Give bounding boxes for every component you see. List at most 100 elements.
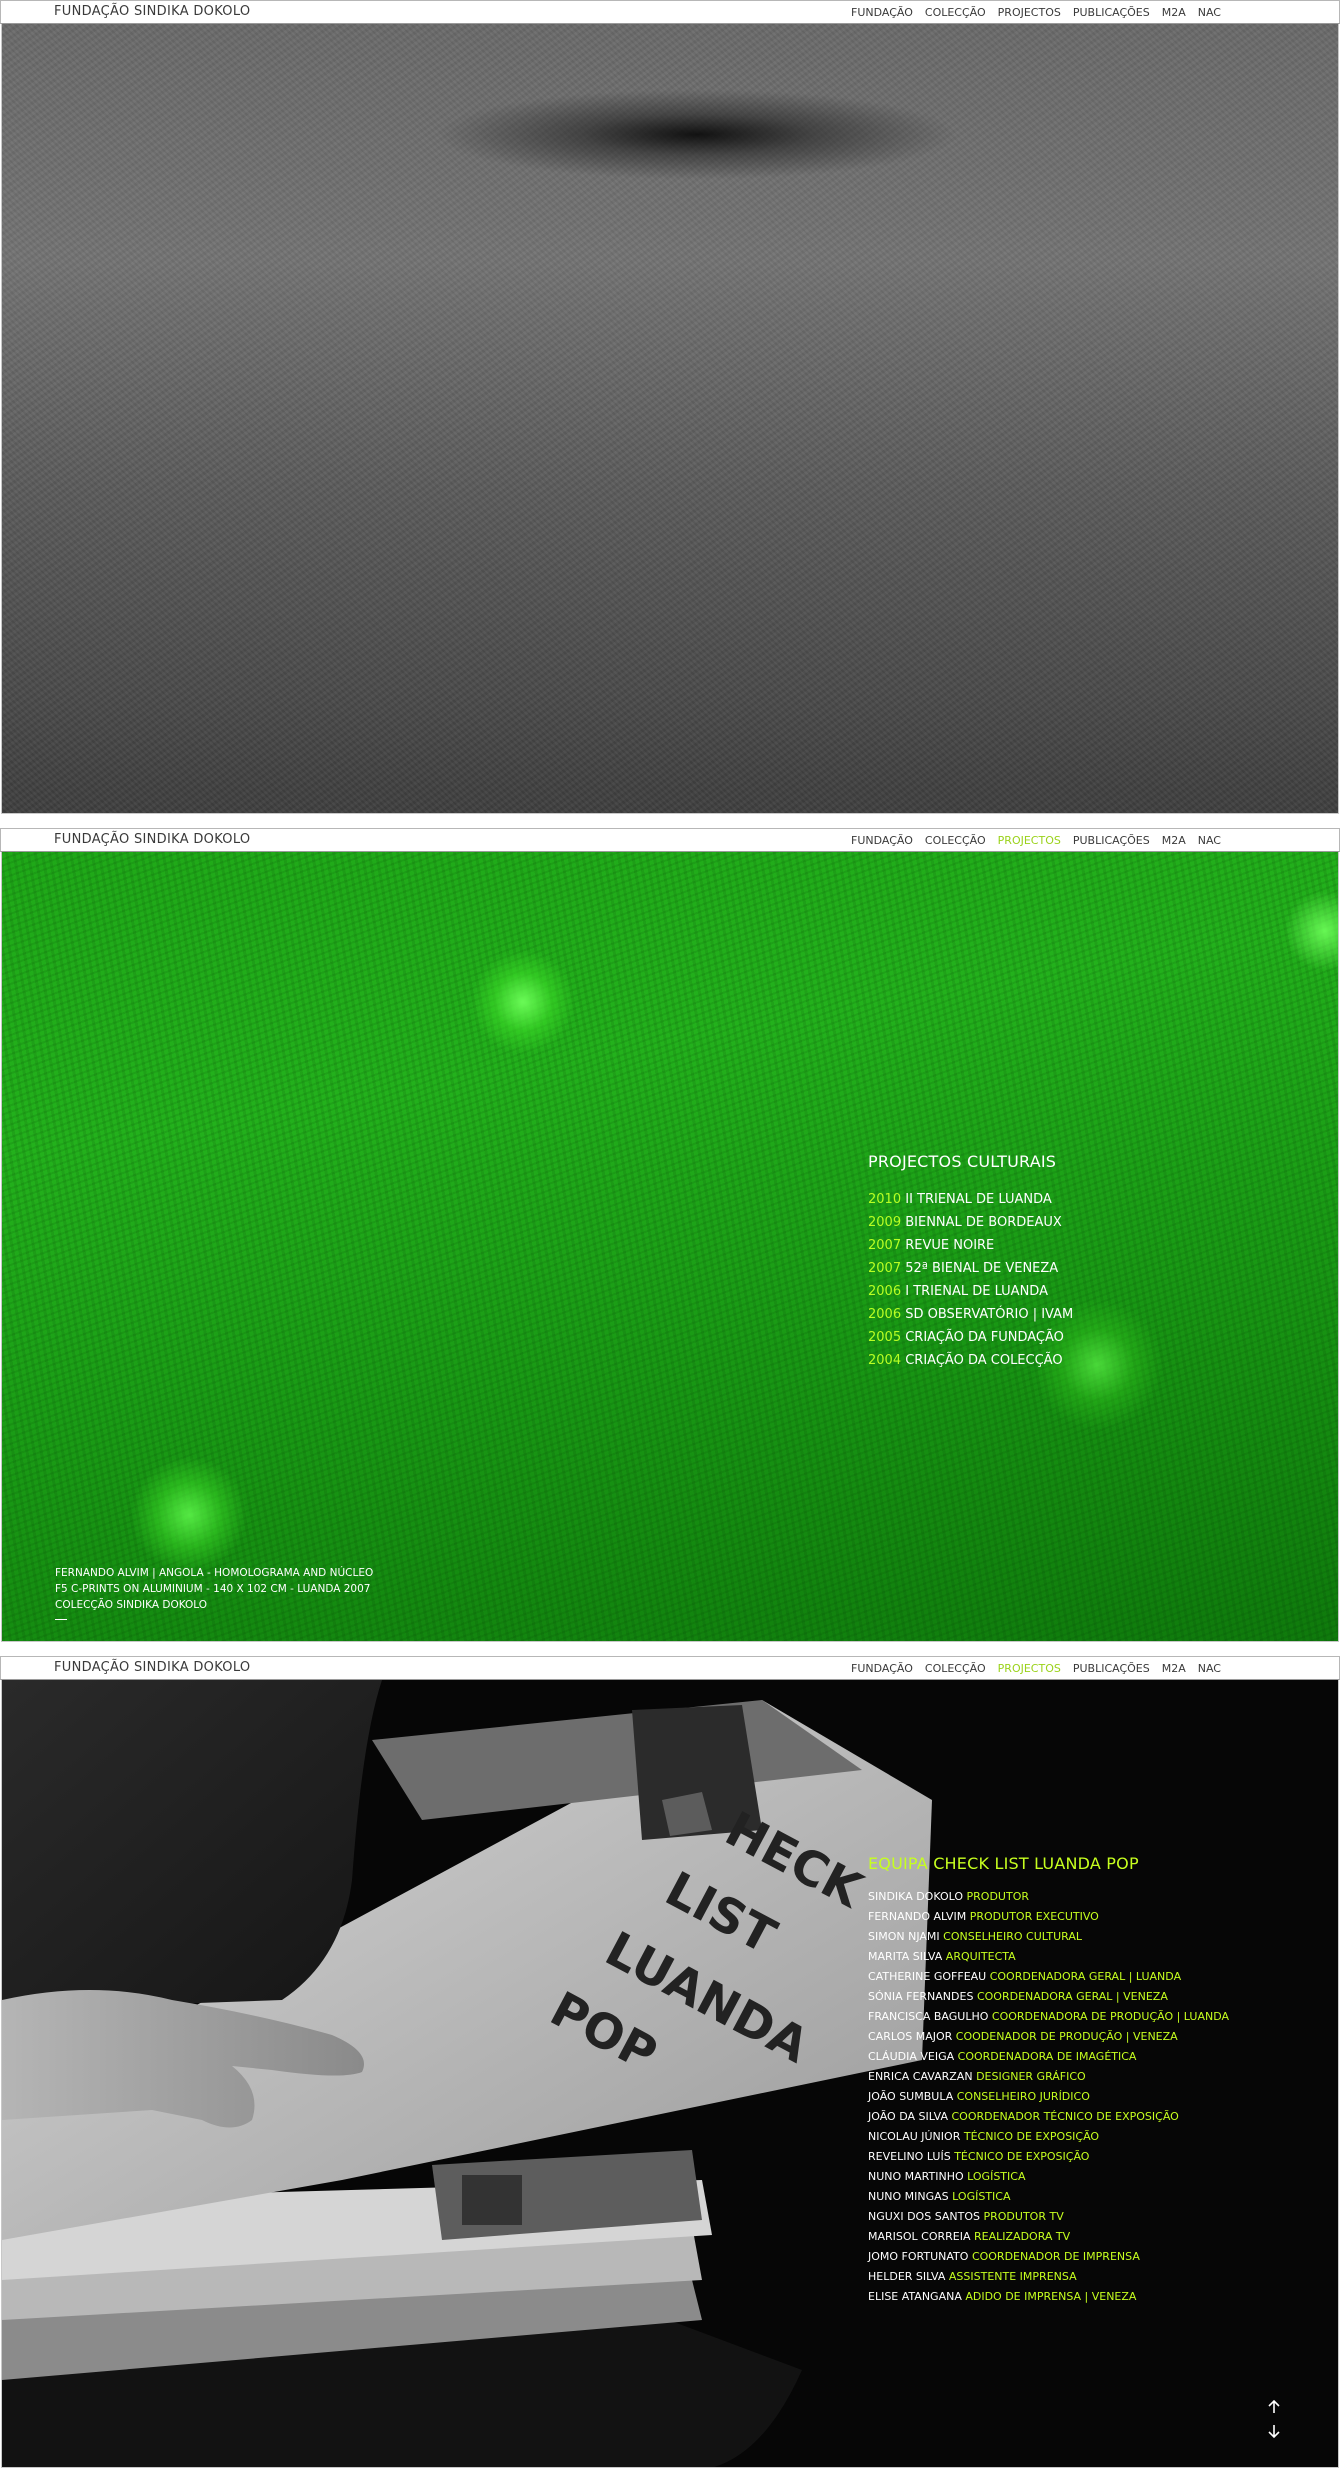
- project-year: 2004: [868, 1353, 902, 1368]
- nav-coleccao[interactable]: COLECÇÃO: [925, 834, 986, 847]
- member-role: CONSELHEIRO JURÍDICO: [956, 2090, 1090, 2103]
- project-year: 2007: [868, 1261, 902, 1276]
- arrow-down-icon[interactable]: [1266, 2423, 1282, 2439]
- projects-title: PROJECTOS CULTURAIS: [868, 1152, 1057, 1171]
- nav-m2a[interactable]: M2A: [1162, 834, 1186, 847]
- caption-line: F5 C-PRINTS ON ALUMINIUM - 140 X 102 CM …: [55, 1583, 371, 1595]
- nav-nac[interactable]: NAC: [1198, 834, 1221, 847]
- team-member: NUNO MINGAS LOGÍSTICA: [868, 2187, 1229, 2207]
- team-member: JOMO FORTUNATO COORDENADOR DE IMPRENSA: [868, 2247, 1229, 2267]
- nav-fundacao[interactable]: FUNDAÇÃO: [851, 6, 913, 19]
- member-name: JOMO FORTUNATO: [868, 2250, 969, 2263]
- project-item[interactable]: 2007 52ª BIENAL DE VENEZA: [868, 1257, 1073, 1280]
- member-name: JOÃO SUMBULA: [868, 2090, 954, 2103]
- team-member: JOÃO SUMBULA CONSELHEIRO JURÍDICO: [868, 2087, 1229, 2107]
- project-year: 2007: [868, 1238, 902, 1253]
- top-navbar: FUNDAÇÃO SINDIKA DOKOLO FUNDAÇÃO COLECÇÃ…: [0, 1656, 1340, 1680]
- project-item[interactable]: 2007 REVUE NOIRE: [868, 1234, 1073, 1257]
- nav-fundacao[interactable]: FUNDAÇÃO: [851, 834, 913, 847]
- member-role: PRODUTOR: [966, 1890, 1029, 1903]
- project-year: 2005: [868, 1330, 902, 1345]
- caption-line: FERNANDO ALVIM | ANGOLA - HOMOLOGRAMA AN…: [55, 1567, 374, 1579]
- member-role: PRODUTOR EXECUTIVO: [969, 1910, 1099, 1923]
- brand-logo[interactable]: FUNDAÇÃO SINDIKA DOKOLO: [54, 4, 250, 19]
- team-member: NICOLAU JÚNIOR TÉCNICO DE EXPOSIÇÃO: [868, 2127, 1229, 2147]
- main-nav: FUNDAÇÃO COLECÇÃO PROJECTOS PUBLICAÇÕES …: [851, 1662, 1221, 1675]
- member-name: ELISE ATANGANA: [868, 2290, 962, 2303]
- team-member: FERNANDO ALVIM PRODUTOR EXECUTIVO: [868, 1907, 1229, 1927]
- member-name: CATHERINE GOFFEAU: [868, 1970, 987, 1983]
- main-nav: FUNDAÇÃO COLECÇÃO PROJECTOS PUBLICAÇÕES …: [851, 834, 1221, 847]
- member-name: SINDIKA DOKOLO: [868, 1890, 964, 1903]
- hero-photo-carpet: [1, 24, 1339, 814]
- arrow-up-icon[interactable]: [1266, 2399, 1282, 2415]
- projects-panel: PROJECTOS CULTURAIS 2010 II TRIENAL DE L…: [868, 1152, 1073, 1372]
- member-role: REALIZADORA TV: [974, 2230, 1071, 2243]
- member-role: COODENADOR DE PRODUÇÃO | VENEZA: [955, 2030, 1178, 2043]
- nav-fundacao[interactable]: FUNDAÇÃO: [851, 1662, 913, 1675]
- member-name: SÓNIA FERNANDES: [868, 1990, 974, 2003]
- project-year: 2010: [868, 1192, 902, 1207]
- team-member: MARITA SILVA ARQUITECTA: [868, 1947, 1229, 1967]
- member-name: NGUXI DOS SANTOS: [868, 2210, 980, 2223]
- member-role: PRODUTOR TV: [983, 2210, 1064, 2223]
- brand-logo[interactable]: FUNDAÇÃO SINDIKA DOKOLO: [54, 1660, 250, 1675]
- project-name: CRIAÇÃO DA COLECÇÃO: [905, 1353, 1063, 1368]
- nav-publicacoes[interactable]: PUBLICAÇÕES: [1073, 6, 1150, 19]
- nav-projectos[interactable]: PROJECTOS: [998, 834, 1061, 847]
- project-item[interactable]: 2009 BIENNAL DE BORDEAUX: [868, 1211, 1073, 1234]
- project-item[interactable]: 2006 SD OBSERVATÓRIO | IVAM: [868, 1303, 1073, 1326]
- team-member: CATHERINE GOFFEAU COORDENADORA GERAL | L…: [868, 1967, 1229, 1987]
- nav-projectos[interactable]: PROJECTOS: [998, 6, 1061, 19]
- project-year: 2009: [868, 1215, 902, 1230]
- caption-line: COLECÇÃO SINDIKA DOKOLO: [55, 1599, 208, 1611]
- project-name: REVUE NOIRE: [905, 1238, 995, 1253]
- project-year: 2006: [868, 1284, 902, 1299]
- magazine-photo: HECK LIST LUANDA POP EQUIPA CHECK LIST L…: [1, 1680, 1339, 2468]
- member-role: TÉCNICO DE EXPOSIÇÃO: [963, 2130, 1100, 2143]
- member-role: COORDENADORA GERAL | LUANDA: [989, 1970, 1182, 1983]
- member-name: HELDER SILVA: [868, 2270, 946, 2283]
- member-name: CARLOS MAJOR: [868, 2030, 953, 2043]
- team-member: CLÁUDIA VEIGA COORDENADORA DE IMAGÉTICA: [868, 2047, 1229, 2067]
- member-name: NUNO MINGAS: [868, 2190, 949, 2203]
- nav-nac[interactable]: NAC: [1198, 6, 1221, 19]
- nav-projectos[interactable]: PROJECTOS: [998, 1662, 1061, 1675]
- nav-m2a[interactable]: M2A: [1162, 1662, 1186, 1675]
- nav-m2a[interactable]: M2A: [1162, 6, 1186, 19]
- nav-publicacoes[interactable]: PUBLICAÇÕES: [1073, 1662, 1150, 1675]
- nav-coleccao[interactable]: COLECÇÃO: [925, 6, 986, 19]
- member-role: CONSELHEIRO CULTURAL: [943, 1930, 1082, 1943]
- member-role: TÉCNICO DE EXPOSIÇÃO: [954, 2150, 1090, 2163]
- team-member: MARISOL CORREIA REALIZADORA TV: [868, 2227, 1229, 2247]
- team-member: JOÃO DA SILVA COORDENADOR TÉCNICO DE EXP…: [868, 2107, 1229, 2127]
- project-name: 52ª BIENAL DE VENEZA: [905, 1261, 1059, 1276]
- top-navbar: FUNDAÇÃO SINDIKA DOKOLO FUNDAÇÃO COLECÇÃ…: [0, 828, 1340, 852]
- member-role: DESIGNER GRÁFICO: [976, 2070, 1086, 2083]
- member-role: ARQUITECTA: [945, 1950, 1016, 1963]
- team-member: ELISE ATANGANA ADIDO DE IMPRENSA | VENEZ…: [868, 2287, 1229, 2307]
- member-name: MARISOL CORREIA: [868, 2230, 971, 2243]
- member-role: LOGÍSTICA: [967, 2170, 1026, 2183]
- team-member: ENRICA CAVARZAN DESIGNER GRÁFICO: [868, 2067, 1229, 2087]
- project-item[interactable]: 2010 II TRIENAL DE LUANDA: [868, 1188, 1073, 1211]
- project-item[interactable]: 2004 CRIAÇÃO DA COLECÇÃO: [868, 1349, 1073, 1372]
- nav-coleccao[interactable]: COLECÇÃO: [925, 1662, 986, 1675]
- team-member: NUNO MARTINHO LOGÍSTICA: [868, 2167, 1229, 2187]
- project-item[interactable]: 2006 I TRIENAL DE LUANDA: [868, 1280, 1073, 1303]
- project-name: II TRIENAL DE LUANDA: [905, 1192, 1052, 1207]
- brand-logo[interactable]: FUNDAÇÃO SINDIKA DOKOLO: [54, 832, 250, 847]
- project-year: 2006: [868, 1307, 902, 1322]
- member-role: ASSISTENTE IMPRENSA: [948, 2270, 1077, 2283]
- member-role: COORDENADORA GERAL | VENEZA: [976, 1990, 1168, 2003]
- team-member: SINDIKA DOKOLO PRODUTOR: [868, 1887, 1229, 1907]
- member-name: REVELINO LUÍS: [868, 2150, 951, 2163]
- nav-nac[interactable]: NAC: [1198, 1662, 1221, 1675]
- nav-publicacoes[interactable]: PUBLICAÇÕES: [1073, 834, 1150, 847]
- team-member: FRANCISCA BAGULHO COORDENADORA DE PRODUÇ…: [868, 2007, 1229, 2027]
- project-item[interactable]: 2005 CRIAÇÃO DA FUNDAÇÃO: [868, 1326, 1073, 1349]
- project-name: I TRIENAL DE LUANDA: [905, 1284, 1048, 1299]
- section-projectos: FUNDAÇÃO SINDIKA DOKOLO FUNDAÇÃO COLECÇÃ…: [0, 828, 1340, 1643]
- member-name: JOÃO DA SILVA: [868, 2110, 948, 2123]
- member-role: COORDENADOR DE IMPRENSA: [971, 2250, 1140, 2263]
